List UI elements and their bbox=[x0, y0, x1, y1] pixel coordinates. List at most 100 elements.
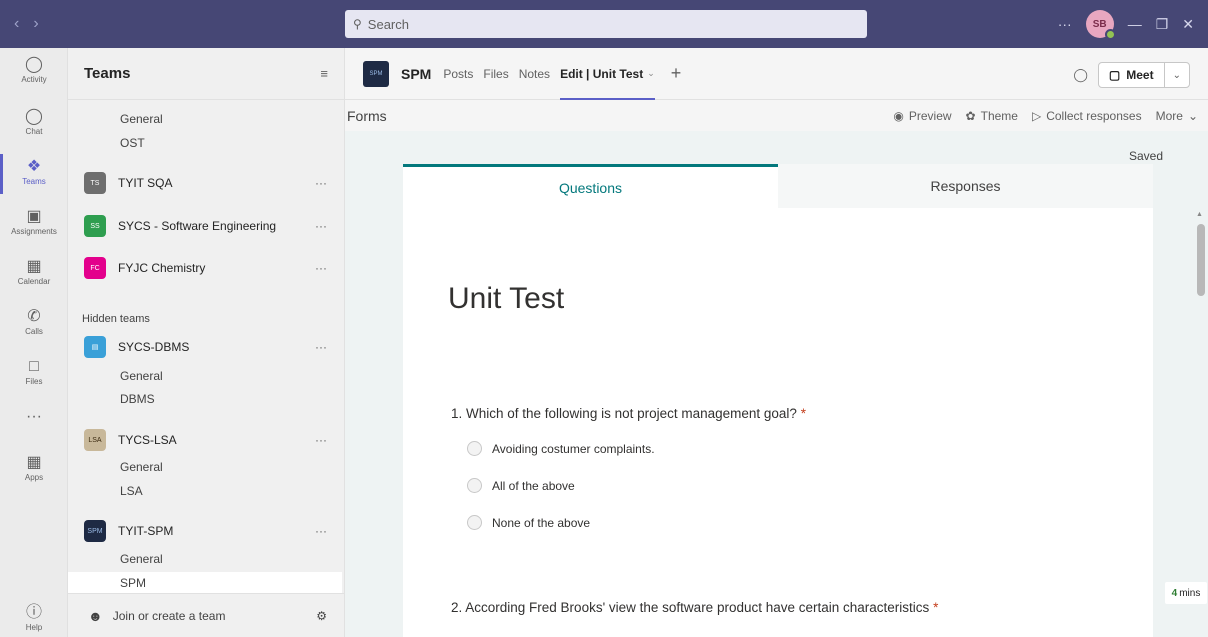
rail-item-activity[interactable]: ◯ Activity bbox=[0, 56, 68, 84]
search-icon: ⚲ bbox=[353, 17, 362, 31]
tab-notes[interactable]: Notes bbox=[519, 48, 550, 100]
option-1-2[interactable]: All of the above bbox=[467, 478, 575, 493]
meet-label: Meet bbox=[1126, 68, 1154, 82]
app-rail: ◯ Activity ◯ Chat ❖ Teams ▣ Assignments … bbox=[0, 48, 68, 637]
form-title[interactable]: Unit Test bbox=[448, 282, 564, 316]
form-tabs: Questions Responses bbox=[403, 164, 1153, 208]
team-avatar: TS bbox=[84, 172, 106, 194]
collect-responses-button[interactable]: ▷ Collect responses bbox=[1032, 109, 1142, 123]
forms-toolbar: Forms ◉ Preview ✿ Theme ▷ Collect respon… bbox=[345, 101, 1208, 131]
more-button[interactable]: More ⌄ bbox=[1156, 109, 1198, 123]
phone-icon: ✆ bbox=[27, 308, 41, 325]
channel-item[interactable]: LSA bbox=[68, 480, 345, 502]
team-more-icon[interactable]: ··· bbox=[315, 524, 345, 538]
rail-item-teams[interactable]: ❖ Teams bbox=[0, 154, 68, 194]
radio-button[interactable] bbox=[467, 478, 482, 493]
team-item-fyjc-chemistry[interactable]: FC FYJC Chemistry ··· bbox=[68, 255, 345, 281]
channel-item-selected[interactable]: SPM bbox=[68, 572, 342, 594]
close-icon[interactable]: ✕ bbox=[1182, 16, 1194, 33]
search-input[interactable]: ⚲ Search bbox=[345, 10, 867, 38]
eye-icon: ◉ bbox=[893, 109, 904, 123]
join-create-team[interactable]: ☻ Join or create a team ⚙ bbox=[68, 593, 345, 637]
back-icon[interactable]: ‹ bbox=[14, 15, 19, 33]
rail-item-help[interactable]: ⓘ Help bbox=[0, 604, 68, 632]
scrollbar-thumb[interactable] bbox=[1197, 224, 1205, 296]
required-mark: * bbox=[800, 406, 806, 421]
team-item-tyit-sqa[interactable]: TS TYIT SQA ··· bbox=[68, 170, 345, 196]
team-avatar: SPM bbox=[84, 520, 106, 542]
rail-item-calendar[interactable]: ▦ Calendar bbox=[0, 258, 68, 286]
tab-questions[interactable]: Questions bbox=[403, 164, 778, 208]
team-item-tycs-lsa[interactable]: LSA TYCS-LSA ··· bbox=[68, 427, 345, 453]
team-item-sycs-software-engineering[interactable]: SS SYCS - Software Engineering ··· bbox=[68, 213, 345, 239]
meet-button[interactable]: ▢ Meet ⌄ bbox=[1097, 62, 1190, 88]
team-avatar: FC bbox=[84, 257, 106, 279]
conversation-icon[interactable]: ◯ bbox=[1073, 67, 1088, 83]
channel-item[interactable]: OST bbox=[68, 132, 345, 154]
meet-options-chevron-icon[interactable]: ⌄ bbox=[1165, 63, 1189, 87]
palette-icon: ✿ bbox=[965, 109, 976, 123]
add-tab-icon[interactable]: + bbox=[671, 63, 682, 84]
forward-icon[interactable]: › bbox=[33, 15, 38, 33]
tab-posts[interactable]: Posts bbox=[443, 48, 473, 100]
radio-button[interactable] bbox=[467, 515, 482, 530]
send-icon: ▷ bbox=[1031, 109, 1042, 123]
rail-item-more[interactable]: ··· bbox=[0, 408, 68, 426]
restore-icon[interactable]: ❐ bbox=[1156, 16, 1169, 33]
channel-item[interactable]: General bbox=[68, 108, 345, 130]
channel-header: SPM SPM Posts Files Notes Edit | Unit Te… bbox=[345, 48, 1208, 100]
option-1-1[interactable]: Avoiding costumer complaints. bbox=[467, 441, 655, 456]
rail-item-chat[interactable]: ◯ Chat bbox=[0, 108, 68, 136]
rail-item-assignments[interactable]: ▣ Assignments bbox=[0, 208, 68, 236]
video-camera-icon: ▢ bbox=[1108, 68, 1121, 82]
question-1[interactable]: 1. Which of the following is not project… bbox=[451, 406, 806, 421]
tab-files[interactable]: Files bbox=[483, 48, 508, 100]
settings-gear-icon[interactable]: ⚙ bbox=[316, 609, 327, 623]
minimize-icon[interactable]: — bbox=[1128, 16, 1142, 32]
more-options-icon[interactable]: ··· bbox=[1058, 16, 1072, 32]
team-more-icon[interactable]: ··· bbox=[315, 261, 345, 275]
radio-button[interactable] bbox=[467, 441, 482, 456]
rail-item-files[interactable]: □ Files bbox=[0, 358, 68, 386]
channel-item[interactable]: General bbox=[68, 456, 345, 478]
preview-button[interactable]: ◉ Preview bbox=[893, 109, 951, 123]
apps-icon: ▦ bbox=[26, 454, 42, 471]
team-item-sycs-dbms[interactable]: ▤ SYCS-DBMS ··· bbox=[68, 334, 345, 360]
teams-icon: ❖ bbox=[26, 158, 42, 175]
team-avatar: SS bbox=[84, 215, 106, 237]
tab-responses[interactable]: Responses bbox=[778, 164, 1153, 208]
team-more-icon[interactable]: ··· bbox=[315, 340, 345, 354]
channel-name: SPM bbox=[401, 65, 432, 82]
question-2[interactable]: 2. According Fred Brooks' view the softw… bbox=[451, 600, 938, 615]
channel-item[interactable]: General bbox=[68, 365, 345, 387]
channel-item[interactable]: DBMS bbox=[68, 388, 345, 410]
scroll-up-icon[interactable]: ▲ bbox=[1196, 211, 1203, 218]
window-controls: ··· SB — ❐ ✕ bbox=[1058, 0, 1208, 48]
forms-label: Forms bbox=[347, 108, 387, 124]
tab-edit-unit-test[interactable]: Edit | Unit Test ⌄ bbox=[560, 48, 655, 100]
form-card: Unit Test 1. Which of the following is n… bbox=[403, 208, 1153, 637]
rail-item-apps[interactable]: ▦ Apps bbox=[0, 454, 68, 482]
channel-item[interactable]: General bbox=[68, 548, 345, 570]
avatar[interactable]: SB bbox=[1085, 10, 1116, 40]
team-more-icon[interactable]: ··· bbox=[315, 176, 345, 190]
calendar-icon: ▦ bbox=[26, 258, 42, 275]
chevron-down-icon: ⌄ bbox=[647, 68, 655, 78]
forms-actions: ◉ Preview ✿ Theme ▷ Collect responses Mo… bbox=[893, 101, 1198, 131]
search-placeholder: Search bbox=[367, 16, 409, 32]
theme-button[interactable]: ✿ Theme bbox=[966, 109, 1018, 123]
team-more-icon[interactable]: ··· bbox=[315, 219, 345, 233]
filter-icon[interactable]: ≡ bbox=[320, 66, 328, 81]
chat-icon: ◯ bbox=[25, 108, 43, 125]
people-add-icon: ☻ bbox=[88, 607, 103, 624]
header-actions: ◯ ▢ Meet ⌄ bbox=[1073, 62, 1190, 88]
rail-item-calls[interactable]: ✆ Calls bbox=[0, 308, 68, 336]
team-item-tyit-spm[interactable]: SPM TYIT-SPM ··· bbox=[68, 518, 345, 544]
teams-title: Teams bbox=[84, 65, 131, 82]
presence-available-icon bbox=[1104, 29, 1116, 40]
chevron-down-icon: ⌄ bbox=[1187, 109, 1198, 123]
avatar-initials: SB bbox=[1092, 18, 1107, 30]
team-more-icon[interactable]: ··· bbox=[315, 433, 345, 447]
option-1-3[interactable]: None of the above bbox=[467, 515, 590, 530]
saved-status: Saved bbox=[1128, 149, 1163, 163]
